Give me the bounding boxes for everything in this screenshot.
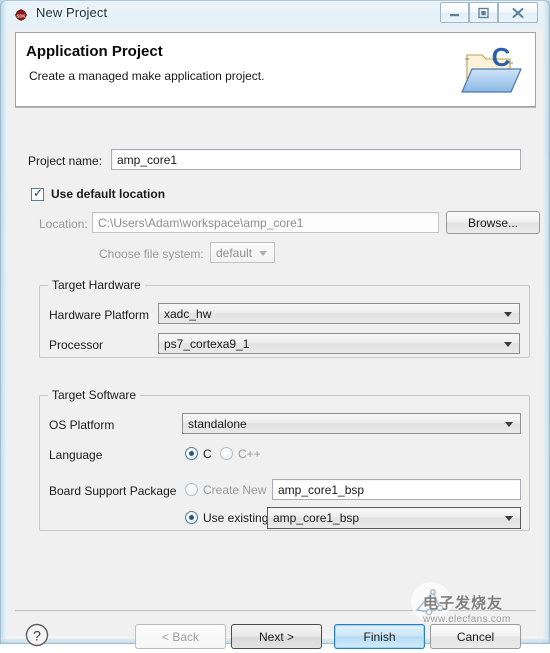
- sdk-logo-icon: SDK: [13, 7, 29, 23]
- language-c-label: C: [203, 447, 212, 461]
- language-label: Language: [49, 448, 103, 462]
- os-platform-label: OS Platform: [49, 418, 115, 432]
- wizard-banner: Application Project Create a managed mak…: [15, 32, 536, 107]
- svg-text:SDK: SDK: [16, 14, 26, 19]
- window-title: New Project: [36, 5, 108, 20]
- file-system-value: default: [216, 245, 253, 260]
- hardware-platform-label: Hardware Platform: [49, 308, 150, 322]
- cancel-button[interactable]: Cancel: [430, 624, 521, 649]
- bsp-create-new-radio[interactable]: [185, 483, 198, 496]
- new-project-dialog-window: SDK New Project Application Project Crea…: [0, 0, 550, 649]
- dialog-body: Application Project Create a managed mak…: [7, 30, 543, 649]
- hardware-platform-combo[interactable]: xadc_hw: [158, 303, 520, 324]
- minimize-icon: [441, 3, 468, 22]
- help-question-icon[interactable]: ?: [24, 622, 50, 648]
- title-bar: SDK New Project: [0, 0, 550, 30]
- file-system-combo[interactable]: default: [210, 242, 275, 263]
- location-input[interactable]: C:\Users\Adam\workspace\amp_core1: [92, 212, 439, 233]
- next-button[interactable]: Next >: [231, 624, 322, 649]
- processor-combo[interactable]: ps7_cortexa9_1: [158, 333, 520, 354]
- svg-text:?: ?: [33, 628, 41, 644]
- bsp-use-existing-radio[interactable]: [185, 511, 198, 524]
- bsp-create-new-label: Create New: [203, 483, 267, 497]
- chevron-down-icon: [504, 341, 512, 347]
- os-platform-value: standalone: [188, 416, 247, 431]
- window-edge-left: [0, 0, 7, 644]
- choose-file-system-label: Choose file system:: [99, 247, 204, 261]
- target-software-group-title: Target Software: [48, 388, 141, 402]
- close-button[interactable]: [498, 2, 538, 23]
- maximize-button[interactable]: [469, 2, 498, 23]
- processor-value: ps7_cortexa9_1: [164, 336, 250, 351]
- language-c-radio[interactable]: [185, 447, 198, 460]
- close-icon: [499, 3, 537, 22]
- window-edge-right: [543, 0, 550, 644]
- page-description: Create a managed make application projec…: [29, 69, 265, 83]
- os-platform-combo[interactable]: standalone: [182, 413, 521, 434]
- chevron-down-icon: [504, 311, 512, 317]
- bsp-use-existing-combo[interactable]: amp_core1_bsp: [267, 507, 521, 529]
- browse-button[interactable]: Browse...: [446, 211, 540, 234]
- restore-icon: [470, 3, 497, 22]
- bsp-create-new-input[interactable]: amp_core1_bsp: [272, 479, 521, 500]
- use-default-location-checkbox[interactable]: ✓: [31, 186, 44, 201]
- page-title: Application Project: [26, 43, 163, 60]
- chevron-down-icon: [505, 516, 513, 521]
- project-name-input[interactable]: amp_core1: [111, 149, 521, 170]
- location-label: Location:: [39, 217, 88, 231]
- svg-text:C: C: [492, 42, 511, 72]
- use-default-location-label: Use default location: [51, 187, 166, 201]
- target-hardware-group-title: Target Hardware: [48, 278, 145, 292]
- c-project-folder-icon: C: [461, 39, 527, 99]
- back-button[interactable]: < Back: [135, 624, 226, 649]
- wizard-content: Project name: amp_core1 ✓ Use default lo…: [15, 109, 540, 597]
- project-name-label: Project name:: [28, 154, 103, 168]
- bsp-use-existing-value: amp_core1_bsp: [273, 511, 360, 525]
- minimize-button[interactable]: [440, 2, 469, 23]
- language-cpp-radio[interactable]: [220, 447, 233, 460]
- processor-label: Processor: [49, 338, 104, 352]
- finish-button[interactable]: Finish: [334, 624, 425, 649]
- checkmark-icon: ✓: [33, 186, 44, 200]
- banner-divider: [15, 107, 536, 108]
- hardware-platform-value: xadc_hw: [164, 306, 212, 321]
- footer-divider: [15, 610, 536, 611]
- chevron-down-icon: [259, 250, 267, 256]
- chevron-down-icon: [505, 421, 513, 427]
- board-support-package-label: Board Support Package: [49, 484, 177, 498]
- bsp-use-existing-label: Use existing: [203, 511, 269, 525]
- language-cpp-label: C++: [238, 447, 261, 461]
